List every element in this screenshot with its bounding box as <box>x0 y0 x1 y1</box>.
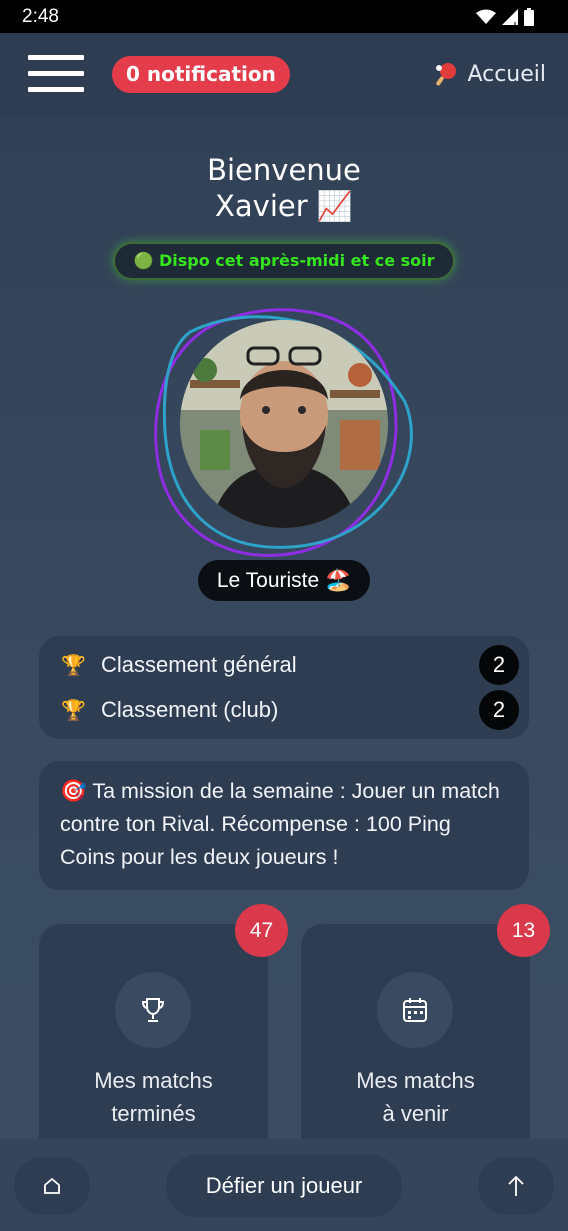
match-label-line: terminés <box>111 1101 196 1126</box>
upcoming-matches-card[interactable]: 13 Mes matchs à venir <box>301 904 550 1164</box>
home-link[interactable]: Accueil <box>433 61 546 87</box>
trophy-icon: 🏆 <box>61 653 86 677</box>
menu-line-icon <box>28 87 84 92</box>
match-label-line: Mes matchs <box>356 1068 475 1093</box>
user-name: Xavier 📈 <box>215 189 353 223</box>
trophy-icon: 🏆 <box>61 698 86 722</box>
match-label-line: à venir <box>382 1101 449 1126</box>
home-label: Accueil <box>467 61 546 87</box>
ranking-value: 2 <box>479 645 519 685</box>
ranking-row-club[interactable]: 🏆 Classement (club) 2 <box>61 690 519 730</box>
bottom-bar: Défier un joueur <box>0 1139 568 1231</box>
finished-matches-count-badge: 47 <box>235 904 288 957</box>
status-icons <box>476 8 534 26</box>
ranking-row-general[interactable]: 🏆 Classement général 2 <box>61 645 519 685</box>
welcome-line: Bienvenue <box>207 153 361 187</box>
arrow-up-icon <box>508 1175 524 1196</box>
status-time: 2:48 <box>22 6 59 27</box>
avatar-container[interactable] <box>150 302 420 562</box>
rankings-card: 🏆 Classement général 2 🏆 Classement (clu… <box>39 636 529 739</box>
avatar-portrait-icon <box>180 320 388 528</box>
hamburger-menu-button[interactable] <box>28 55 84 97</box>
app-header: 0 notification Accueil <box>0 33 568 117</box>
avatar <box>180 320 388 528</box>
signal-icon <box>502 9 518 25</box>
finished-matches-card[interactable]: 47 Mes matchs terminés <box>39 904 288 1164</box>
player-title-badge: Le Touriste 🏖️ <box>198 560 370 601</box>
upcoming-matches-label: Mes matchs à venir <box>301 1064 530 1130</box>
challenge-player-button[interactable]: Défier un joueur <box>166 1155 402 1217</box>
ping-pong-paddle-icon <box>436 63 457 86</box>
trophy-outline-icon <box>141 998 165 1022</box>
wifi-icon <box>476 9 496 24</box>
trophy-icon <box>115 972 191 1048</box>
home-button[interactable] <box>14 1157 90 1215</box>
home-icon <box>44 1177 60 1194</box>
menu-line-icon <box>28 55 84 60</box>
menu-line-icon <box>28 71 84 76</box>
welcome-heading: Bienvenue Xavier 📈 <box>0 152 568 224</box>
match-label-line: Mes matchs <box>94 1068 213 1093</box>
weekly-mission-card: 🎯 Ta mission de la semaine : Jouer un ma… <box>39 761 529 890</box>
weekly-mission-text: 🎯 Ta mission de la semaine : Jouer un ma… <box>60 779 500 869</box>
ranking-label: Classement (club) <box>101 697 279 722</box>
status-bar: 2:48 <box>0 0 568 33</box>
scroll-top-button[interactable] <box>478 1157 554 1215</box>
ranking-value: 2 <box>479 690 519 730</box>
upcoming-matches-count-badge: 13 <box>497 904 550 957</box>
finished-matches-label: Mes matchs terminés <box>39 1064 268 1130</box>
notification-badge[interactable]: 0 notification <box>112 56 290 93</box>
calendar-outline-icon <box>403 998 427 1022</box>
calendar-icon <box>377 972 453 1048</box>
ranking-label: Classement général <box>101 652 297 677</box>
battery-icon <box>524 8 534 26</box>
availability-status[interactable]: 🟢 Dispo cet après-midi et ce soir <box>113 242 455 280</box>
